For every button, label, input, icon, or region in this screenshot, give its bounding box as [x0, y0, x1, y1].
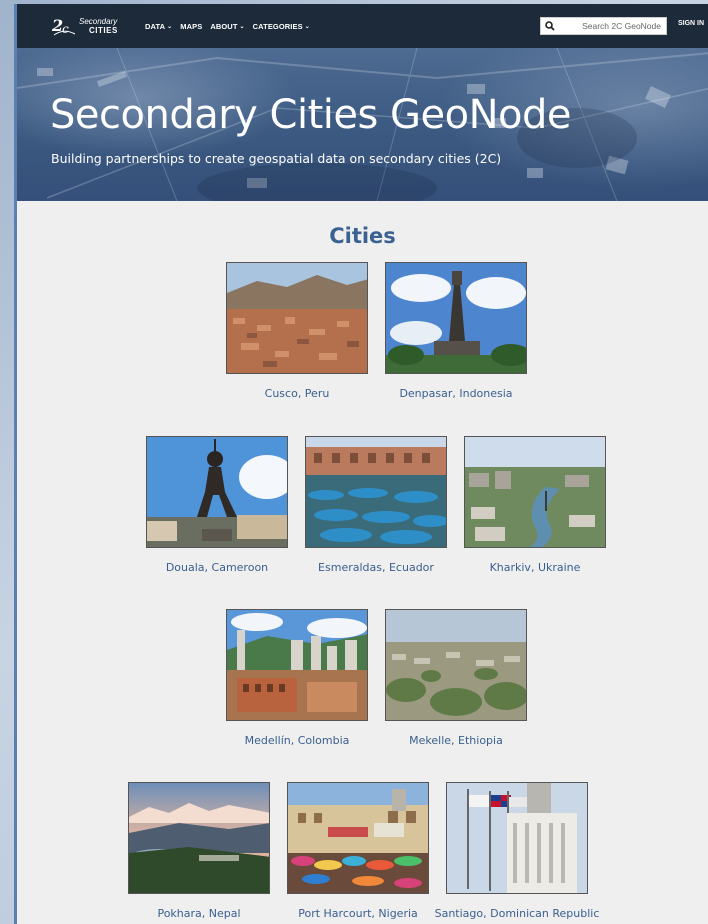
nav-item-maps[interactable]: MAPS	[180, 22, 202, 31]
city-card-santiago[interactable]: Santiago, Dominican Republic	[435, 782, 599, 920]
chevron-down-icon: ⌄	[239, 23, 245, 30]
nav-item-data[interactable]: DATA ⌄	[145, 22, 172, 31]
logo-line1: Secondary	[79, 17, 118, 26]
browser-page: 2 c Secondary CITIES DATA ⌄ MAPS ABOUT ⌄	[14, 4, 708, 924]
sign-in-link[interactable]: SIGN IN	[678, 20, 704, 27]
city-image-cusco[interactable]	[226, 262, 368, 374]
nav-item-about[interactable]: ABOUT ⌄	[210, 22, 244, 31]
city-caption[interactable]: Santiago, Dominican Republic	[407, 907, 627, 920]
page-subtitle: Building partnerships to create geospati…	[51, 151, 502, 166]
nav-item-label: ABOUT	[210, 21, 238, 31]
site-logo[interactable]: 2 c Secondary CITIES	[51, 13, 127, 39]
city-card-pokhara[interactable]: Pokhara, Nepal	[127, 782, 271, 920]
cities-heading: Cities	[329, 224, 396, 248]
nav-item-label: CATEGORIES	[252, 21, 303, 31]
city-image-pokhara[interactable]	[128, 782, 270, 894]
city-image-mekelle[interactable]	[385, 609, 527, 721]
city-image-santiago[interactable]	[446, 782, 588, 894]
logo-icon: 2 c	[51, 16, 76, 36]
city-caption[interactable]: Denpasar, Indonesia	[346, 387, 566, 400]
city-image-denpasar[interactable]	[385, 262, 527, 374]
search-input[interactable]	[559, 21, 664, 31]
city-caption[interactable]: Kharkiv, Ukraine	[425, 561, 645, 574]
city-card-kharkiv[interactable]: Kharkiv, Ukraine	[463, 436, 607, 574]
svg-text:c: c	[62, 22, 69, 36]
city-card-medellin[interactable]: Medellín, Colombia	[225, 609, 369, 747]
city-image-port-harcourt[interactable]	[287, 782, 429, 894]
city-image-esmeraldas[interactable]	[305, 436, 447, 548]
city-caption[interactable]: Mekelle, Ethiopia	[346, 734, 566, 747]
hero-banner: Secondary Cities GeoNode Building partne…	[17, 48, 708, 201]
city-image-kharkiv[interactable]	[464, 436, 606, 548]
city-card-cusco[interactable]: Cusco, Peru	[225, 262, 369, 400]
search-icon[interactable]	[541, 18, 559, 34]
city-card-denpasar[interactable]: Denpasar, Indonesia	[384, 262, 528, 400]
city-card-port-harcourt[interactable]: Port Harcourt, Nigeria	[286, 782, 430, 920]
page-title: Secondary Cities GeoNode	[50, 92, 572, 138]
city-card-mekelle[interactable]: Mekelle, Ethiopia	[384, 609, 528, 747]
city-image-douala[interactable]	[146, 436, 288, 548]
chevron-down-icon: ⌄	[167, 23, 173, 30]
city-card-esmeraldas[interactable]: Esmeraldas, Ecuador	[304, 436, 448, 574]
logo-line2: CITIES	[89, 26, 118, 35]
nav-item-categories[interactable]: CATEGORIES ⌄	[253, 22, 310, 31]
city-image-medellin[interactable]	[226, 609, 368, 721]
city-card-douala[interactable]: Douala, Cameroon	[145, 436, 289, 574]
search-box	[540, 17, 667, 35]
nav-menu: DATA ⌄ MAPS ABOUT ⌄ CATEGORIES ⌄	[145, 4, 318, 48]
nav-item-label: DATA	[145, 21, 166, 31]
nav-item-label: MAPS	[180, 21, 203, 31]
chevron-down-icon: ⌄	[304, 23, 310, 30]
top-navbar: 2 c Secondary CITIES DATA ⌄ MAPS ABOUT ⌄	[17, 4, 708, 48]
